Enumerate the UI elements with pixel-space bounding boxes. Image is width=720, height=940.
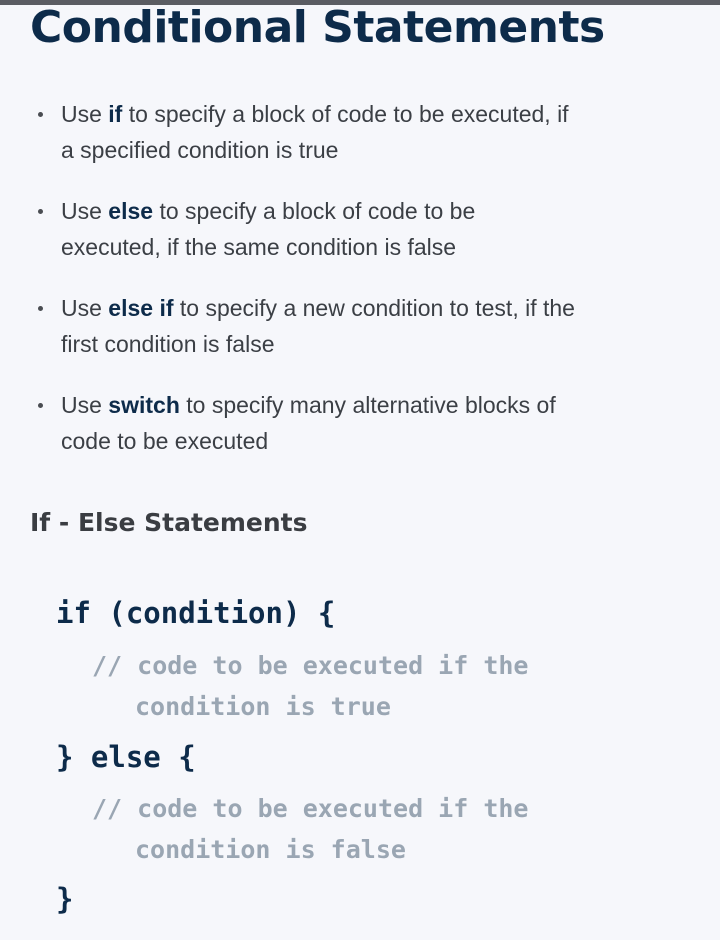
bullet-list: Use if to specify a block of code to be …: [30, 96, 680, 484]
list-item: Use switch to specify many alternative b…: [30, 387, 680, 459]
list-item: Use if to specify a block of code to be …: [30, 96, 680, 168]
bullet-text: to specify a block of code to be: [153, 198, 476, 224]
bullet-prefix: Use: [61, 392, 109, 418]
bullet-keyword: switch: [108, 392, 180, 418]
bullet-keyword: if: [108, 101, 123, 127]
bullet-keyword: else: [108, 198, 154, 224]
code-comment-continued: condition is false: [135, 835, 406, 864]
bullet-text: to specify a new condition to test, if t…: [173, 295, 575, 321]
bullet-prefix: Use: [61, 295, 109, 321]
bullet-text-continued: a specified condition is true: [61, 137, 339, 163]
bullet-text: to specify a block of code to be execute…: [122, 101, 569, 127]
bullet-text: to specify many alternative blocks of: [179, 392, 556, 418]
bullet-text-continued: first condition is false: [61, 331, 275, 357]
bullet-text-continued: executed, if the same condition is false: [61, 234, 457, 260]
code-closing-brace: }: [56, 882, 74, 916]
code-if-line: if (condition) {: [56, 596, 336, 630]
section-subtitle: If - Else Statements: [30, 508, 308, 537]
bullet-text-continued: code to be executed: [61, 428, 269, 454]
code-comment: // code to be executed if the: [92, 651, 529, 680]
list-item: Use else if to specify a new condition t…: [30, 290, 680, 362]
code-comment-continued: condition is true: [135, 692, 391, 721]
bullet-keyword: else if: [108, 295, 174, 321]
bullet-prefix: Use: [61, 101, 109, 127]
code-else-line: } else {: [56, 740, 196, 774]
list-item: Use else to specify a block of code to b…: [30, 193, 680, 265]
page-title: Conditional Statements: [30, 2, 605, 53]
bullet-prefix: Use: [61, 198, 109, 224]
code-comment: // code to be executed if the: [92, 794, 529, 823]
